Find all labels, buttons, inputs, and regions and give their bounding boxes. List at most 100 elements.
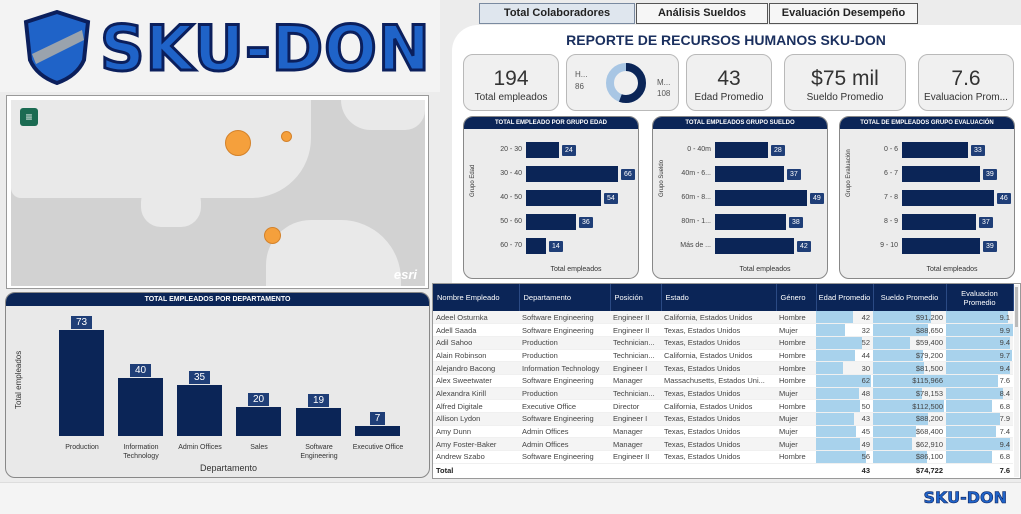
bar-row[interactable]: 60 - 70 14: [478, 238, 638, 254]
bar[interactable]: [118, 378, 163, 436]
cell-value: 62: [861, 376, 870, 386]
bar-row[interactable]: 60m - 8... 49: [667, 190, 827, 206]
kpi-gender-donut[interactable]: H... 86 M... 108: [566, 54, 679, 111]
gender-donut-chart[interactable]: [604, 61, 648, 105]
bar[interactable]: [715, 166, 784, 182]
table-scrollbar[interactable]: [1014, 285, 1019, 477]
table-row[interactable]: Alejandro Bacong Information Technology En…: [433, 361, 1013, 375]
bar[interactable]: [715, 142, 768, 158]
bar[interactable]: [902, 238, 980, 254]
bar-row[interactable]: 30 - 40 66: [478, 166, 638, 182]
table-cell: Production: [519, 387, 610, 401]
header-departamento[interactable]: Departamento: [519, 284, 611, 311]
central-america-land: [141, 182, 201, 227]
map[interactable]: ≡ esri: [11, 100, 425, 286]
bar[interactable]: [902, 166, 980, 182]
bar-row[interactable]: 40 - 50 54: [478, 190, 638, 206]
table-cell: Andrew Szabo: [433, 450, 519, 464]
bar-row[interactable]: 6 - 7 39: [854, 166, 1014, 182]
table-row[interactable]: Alexandra Kirill Production Technician... T…: [433, 387, 1013, 401]
bar[interactable]: [902, 190, 994, 206]
cell-value: $112,500: [912, 401, 943, 411]
tab-total-colaboradores[interactable]: Total Colaboradores: [479, 3, 635, 24]
table-cell: Mujer: [776, 387, 816, 401]
header-genero[interactable]: Género: [776, 284, 817, 311]
table-cell: Adell Saada: [433, 323, 519, 337]
tab-evaluacion-desempeno[interactable]: Evaluación Desempeño: [769, 3, 918, 24]
data-label-text: 73: [70, 316, 93, 329]
bar[interactable]: [715, 214, 786, 230]
bar-row[interactable]: 20 - 30 24: [478, 142, 638, 158]
data-bar-fill: [816, 413, 855, 425]
bar-row[interactable]: 40m - 6... 37: [667, 166, 827, 182]
table-cell-metric: $68,400: [873, 425, 946, 439]
data-label: 66: [621, 169, 635, 180]
donut-right-label: M...: [657, 78, 671, 87]
table-row[interactable]: Allison Lydon Software Engineering Enginee…: [433, 412, 1013, 426]
bar[interactable]: [296, 408, 341, 436]
table-cell-metric: 9.1: [946, 311, 1013, 325]
bar[interactable]: [715, 190, 807, 206]
header-posicion[interactable]: Posición: [610, 284, 662, 311]
category-label: 7 - 8: [883, 194, 898, 201]
bar-row[interactable]: Más de ... 42: [667, 238, 827, 254]
bar-row[interactable]: 80m - 1... 38: [667, 214, 827, 230]
table-cell: Texas, Estados Unidos: [661, 412, 776, 426]
axis-label-y: Grupo Evaluación: [846, 149, 852, 197]
table-cell: Texas, Estados Unidos: [661, 450, 776, 464]
map-bubble[interactable]: [264, 227, 281, 244]
header-sueldo[interactable]: Sueldo Promedio: [873, 284, 947, 311]
header-edad[interactable]: Edad Promedio: [816, 284, 874, 311]
table-row[interactable]: Amy Foster-Baker Admin Offices Manager Texa…: [433, 437, 1013, 452]
bar[interactable]: [526, 214, 576, 230]
data-label: 38: [789, 217, 803, 228]
header-nombre[interactable]: Nombre Empleado: [433, 284, 520, 311]
table-cell: Software Engineering: [519, 374, 610, 388]
bar-row[interactable]: 7 - 8 46: [854, 190, 1014, 206]
table-row[interactable]: Adeel Osturnka Software Engineering Engine…: [433, 311, 1013, 325]
kpi-sueldo-promedio: $75 mil Sueldo Promedio: [784, 54, 906, 111]
table-cell: Mujer: [776, 425, 816, 439]
bar[interactable]: [902, 214, 976, 230]
header-estado[interactable]: Estado: [661, 284, 777, 311]
table-cell: Alex Sweetwater: [433, 374, 519, 388]
table-row[interactable]: Alain Robinson Production Technician... Cal…: [433, 349, 1013, 363]
table-cell: Hombre: [776, 349, 816, 363]
data-bar-fill: [816, 336, 863, 349]
data-bar-fill: [816, 425, 856, 437]
table-cell: Executive Office: [519, 399, 610, 413]
bar[interactable]: [236, 407, 281, 436]
table-row[interactable]: Adell Saada Software Engineering Engineer …: [433, 323, 1013, 337]
category-label: Admin Offices: [178, 444, 222, 451]
table-row[interactable]: Alfred Digitale Executive Office Director C…: [433, 399, 1013, 413]
bar-row[interactable]: 50 - 60 36: [478, 214, 638, 230]
table-cell: Alexandra Kirill: [433, 387, 519, 401]
cell-value: 7.6: [999, 376, 1010, 386]
table-row[interactable]: Alex Sweetwater Software Engineering Manag…: [433, 374, 1013, 388]
table-cell-metric: 52: [816, 336, 873, 350]
bar[interactable]: [526, 166, 618, 182]
map-bubble[interactable]: [281, 131, 292, 142]
table-cell: Texas, Estados Unidos: [661, 425, 776, 439]
bar[interactable]: [59, 330, 104, 436]
hamburger-icon[interactable]: ≡: [20, 108, 38, 126]
map-bubble[interactable]: [225, 130, 251, 156]
bar[interactable]: [902, 142, 968, 158]
bar-row[interactable]: 0 - 40m 28: [667, 142, 827, 158]
donut-right-value: 108: [657, 89, 671, 98]
bar[interactable]: [355, 426, 400, 436]
tab-analisis-sueldos[interactable]: Análisis Sueldos: [636, 3, 768, 24]
table-row[interactable]: Andrew Szabo Software Engineering Engineer…: [433, 450, 1013, 464]
table-row[interactable]: Amy Dunn Admin Offices Manager Texas, Estad…: [433, 425, 1013, 439]
bar[interactable]: [177, 385, 222, 436]
bar[interactable]: [526, 142, 559, 158]
bar[interactable]: [715, 238, 794, 254]
bar[interactable]: [526, 238, 546, 254]
bar[interactable]: [526, 190, 601, 206]
brand-wordmark: SKU-DON: [99, 11, 432, 87]
table-row[interactable]: Adil Sahoo Production Technician... Texas, …: [433, 336, 1013, 350]
bar-row[interactable]: 0 - 6 33: [854, 142, 1014, 158]
bar-row[interactable]: 8 - 9 37: [854, 214, 1014, 230]
bar-row[interactable]: 9 - 10 39: [854, 238, 1014, 254]
header-evaluacion[interactable]: Evaluacion Promedio: [946, 284, 1014, 311]
